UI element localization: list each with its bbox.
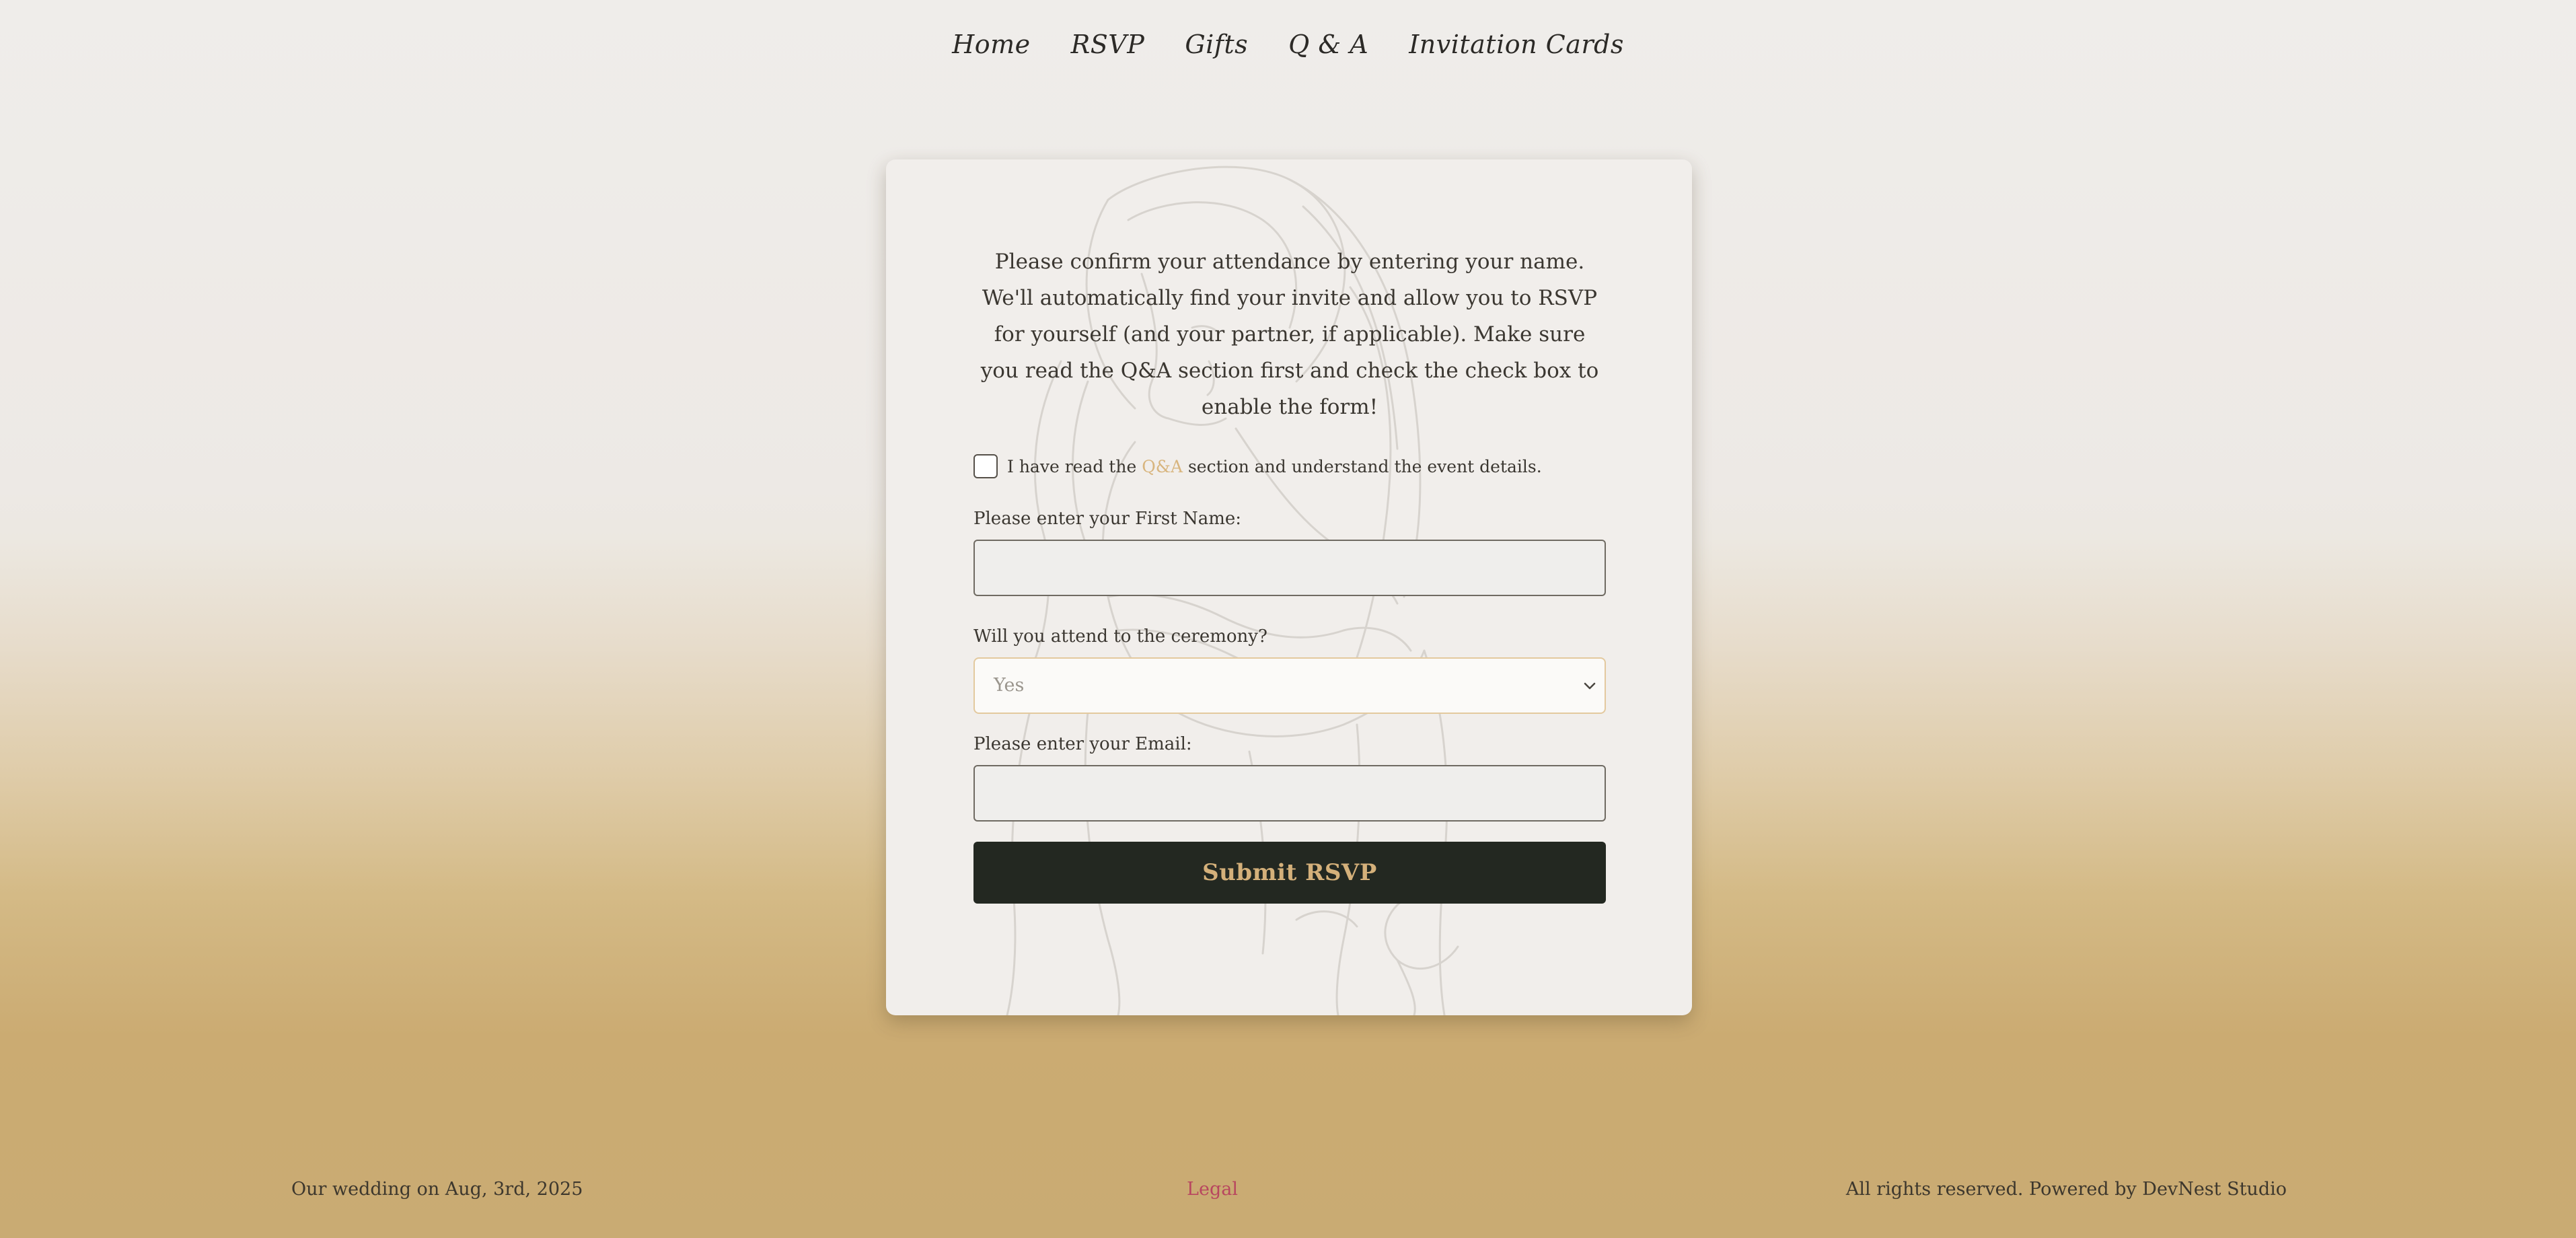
nav-qa[interactable]: Q & A — [1288, 30, 1368, 59]
rsvp-card: Please confirm your attendance by enteri… — [886, 159, 1692, 1015]
email-label: Please enter your Email: — [973, 734, 1192, 754]
attendance-selected-value: Yes — [994, 675, 1025, 696]
nav-gifts[interactable]: Gifts — [1185, 30, 1248, 59]
email-input[interactable] — [973, 765, 1606, 822]
nav-home[interactable]: Home — [952, 30, 1031, 59]
nav-invitation-cards[interactable]: Invitation Cards — [1409, 30, 1624, 59]
attendance-label: Will you attend to the ceremony? — [973, 626, 1267, 647]
form-intro-text: Please confirm your attendance by enteri… — [980, 250, 1599, 419]
chevron-down-icon — [1584, 682, 1596, 690]
consent-row: I have read the Q&A section and understa… — [973, 452, 1606, 480]
nav-rsvp[interactable]: RSVP — [1071, 30, 1145, 59]
qa-link[interactable]: Q&A — [1142, 457, 1183, 476]
consent-text-after: section and understand the event details… — [1187, 456, 1542, 476]
first-name-input[interactable] — [973, 540, 1606, 596]
consent-checkbox[interactable] — [973, 454, 998, 478]
footer-copyright: All rights reserved. Powered by DevNest … — [1845, 1179, 2287, 1200]
consent-label: I have read the Q&A section and understa… — [1007, 457, 1542, 476]
submit-rsvp-button[interactable]: Submit RSVP — [973, 842, 1606, 904]
consent-text-before: I have read the — [1007, 456, 1137, 476]
first-name-label: Please enter your First Name: — [973, 509, 1242, 529]
rsvp-form: Please confirm your attendance by enteri… — [973, 244, 1606, 904]
main-nav: Home RSVP Gifts Q & A Invitation Cards — [0, 30, 2576, 59]
attendance-select[interactable]: Yes — [973, 657, 1606, 714]
